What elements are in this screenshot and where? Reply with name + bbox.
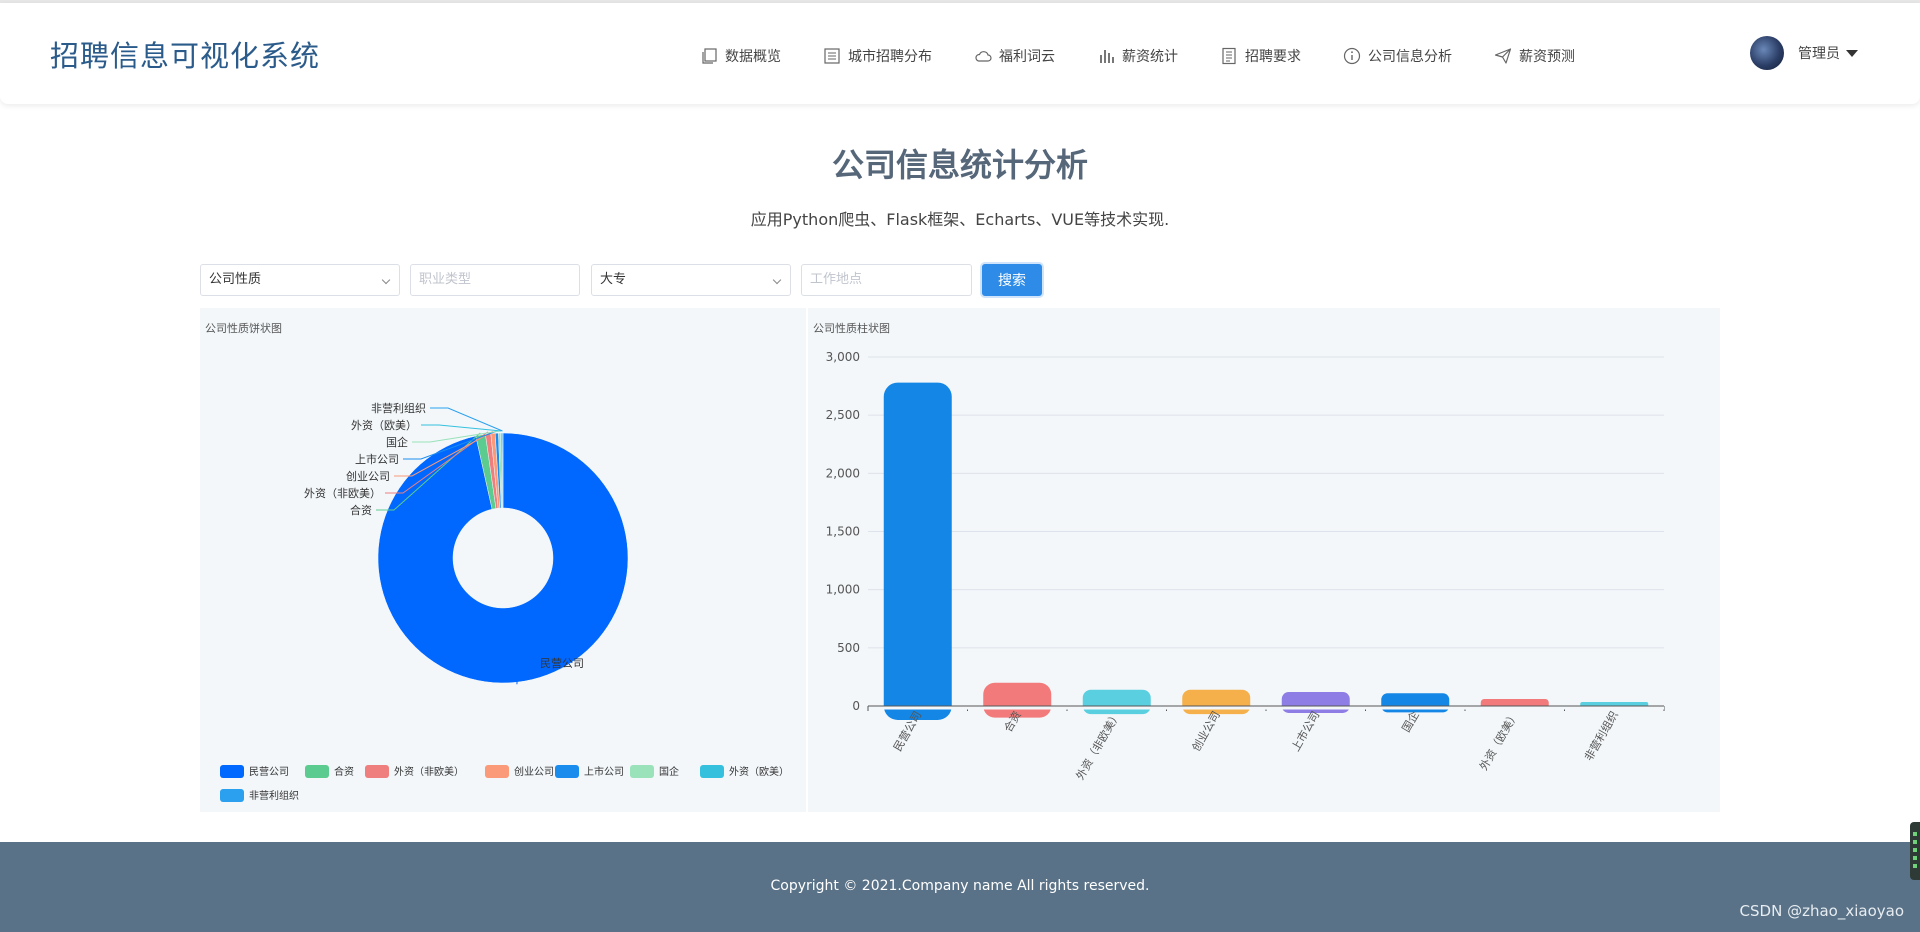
document-icon	[1222, 47, 1236, 65]
x-tick-label: 外资（欧美）	[1477, 709, 1521, 773]
nav-label: 招聘要求	[1245, 49, 1301, 65]
avatar[interactable]	[1750, 36, 1784, 70]
user-name[interactable]: 管理员	[1798, 43, 1840, 63]
pie-label: 创业公司	[346, 470, 390, 483]
pie-label: 合资	[350, 503, 372, 517]
nav-item-salary-prediction[interactable]: 薪资预测	[1494, 41, 1575, 71]
svg-text:民营公司: 民营公司	[249, 765, 289, 778]
chevron-down-icon	[772, 275, 782, 285]
y-tick-label: 2,000	[826, 466, 860, 480]
location-input[interactable]: 工作地点	[801, 264, 972, 296]
bar[interactable]	[1281, 692, 1350, 713]
user-menu[interactable]: 管理员	[1750, 36, 1858, 70]
legend-item[interactable]: 民营公司	[220, 765, 289, 778]
nav-item-company-analysis[interactable]: 公司信息分析	[1343, 41, 1452, 71]
side-widget[interactable]	[1910, 822, 1920, 880]
svg-text:创业公司: 创业公司	[514, 765, 554, 778]
pie-chart-panel: 公司性质饼状图 民营公司 合资 外资（非欧美） 创业公司 上市公司 国企 外资（欧美） 非营利…	[200, 308, 806, 812]
x-tick-label: 上市公司	[1288, 709, 1322, 754]
y-tick-label: 0	[852, 699, 860, 713]
main-nav: 数据概览 城市招聘分布 福利词云 薪资统计 招聘要求 公司信息分析 薪资预测	[700, 41, 1617, 71]
bar-chart-panel: 公司性质柱状图 0 500 1,000 1,500 2,000 2,500 3,000 民营公…	[808, 308, 1720, 812]
search-button[interactable]: 搜索	[982, 264, 1042, 296]
pie-label: 上市公司	[355, 452, 399, 466]
bar[interactable]	[883, 382, 952, 720]
svg-text:国企: 国企	[659, 765, 679, 778]
x-tick-label: 非营利组织	[1581, 709, 1621, 764]
page-subtitle: 应用Python爬虫、Flask框架、Echarts、VUE等技术实现.	[750, 210, 1170, 229]
svg-text:外资（非欧美）: 外资（非欧美）	[394, 765, 464, 778]
send-icon	[1494, 48, 1512, 64]
nav-label: 数据概览	[725, 49, 781, 65]
pie-label: 民营公司	[540, 656, 584, 670]
footer: Copyright © 2021.Company name All rights…	[0, 842, 1920, 932]
watermark-text: CSDN @zhao_xiaoyao	[1739, 902, 1904, 920]
header: 招聘信息可视化系统 数据概览 城市招聘分布 福利词云 薪资统计 招聘要求 公司信…	[0, 3, 1920, 104]
nav-label: 公司信息分析	[1368, 49, 1452, 65]
x-tick-label: 国企	[1399, 709, 1422, 735]
nav-item-salary[interactable]: 薪资统计	[1097, 41, 1178, 71]
copyright-text: Copyright © 2021.Company name All rights…	[770, 878, 1150, 894]
pie-chart: 民营公司合资外资（非欧美）创业公司上市公司国企外资（欧美）非营利组织民营公司 合资…	[220, 401, 789, 802]
legend-item[interactable]: 非营利组织	[220, 789, 299, 802]
svg-text:非营利组织: 非营利组织	[249, 789, 299, 802]
info-icon	[1343, 47, 1361, 65]
bar[interactable]	[1381, 693, 1450, 713]
bar-chart-icon	[1100, 50, 1114, 63]
nav-label: 薪资预测	[1519, 49, 1575, 65]
cloud-icon	[975, 51, 992, 62]
legend-item[interactable]: 创业公司	[485, 765, 554, 778]
pie-label: 外资（非欧美）	[304, 487, 381, 500]
y-tick-label: 2,500	[826, 408, 860, 422]
company-type-value: 公司性质	[209, 272, 262, 287]
bar-chart: 05001,0001,5002,0002,5003,000民营公司 合资 外资（非欧…	[826, 350, 1665, 782]
nav-item-requirements[interactable]: 招聘要求	[1220, 41, 1301, 71]
education-select[interactable]: 大专	[591, 264, 791, 296]
list-icon	[824, 48, 840, 64]
pie-label: 非营利组织	[371, 401, 426, 415]
page-title: 公司信息统计分析	[831, 146, 1088, 184]
pie-label: 外资（欧美）	[351, 419, 417, 432]
svg-text:外资（欧美）: 外资（欧美）	[729, 765, 789, 778]
legend-item[interactable]: 外资（非欧美）	[365, 765, 464, 778]
job-type-input[interactable]: 职业类型	[410, 264, 580, 296]
svg-text:合资: 合资	[334, 765, 354, 778]
y-tick-label: 1,000	[826, 583, 860, 597]
nav-label: 城市招聘分布	[848, 49, 932, 65]
nav-item-overview[interactable]: 数据概览	[700, 41, 781, 71]
company-type-select[interactable]: 公司性质	[200, 264, 400, 296]
legend-item[interactable]: 外资（欧美）	[700, 765, 789, 778]
legend-item[interactable]: 上市公司	[555, 765, 624, 778]
chevron-down-icon	[381, 275, 391, 285]
x-tick-label: 外资（非欧美）	[1074, 709, 1124, 782]
education-value: 大专	[600, 272, 627, 287]
y-tick-label: 3,000	[826, 350, 860, 364]
y-tick-label: 1,500	[826, 525, 860, 539]
svg-text:上市公司: 上市公司	[584, 765, 624, 778]
nav-label: 薪资统计	[1122, 49, 1178, 65]
nav-item-welfare[interactable]: 福利词云	[974, 41, 1055, 71]
copy-icon	[702, 48, 717, 64]
y-tick-label: 500	[837, 641, 860, 655]
bar[interactable]	[1082, 689, 1151, 715]
caret-down-icon[interactable]	[1846, 49, 1858, 57]
pie-label: 国企	[386, 435, 408, 449]
nav-label: 福利词云	[999, 49, 1055, 65]
brand-title[interactable]: 招聘信息可视化系统	[50, 33, 320, 75]
bar[interactable]	[1182, 689, 1251, 715]
legend-item[interactable]: 合资	[305, 765, 354, 778]
x-tick-label: 创业公司	[1190, 709, 1223, 754]
legend-item[interactable]: 国企	[630, 765, 679, 778]
nav-item-city[interactable]: 城市招聘分布	[823, 41, 932, 71]
